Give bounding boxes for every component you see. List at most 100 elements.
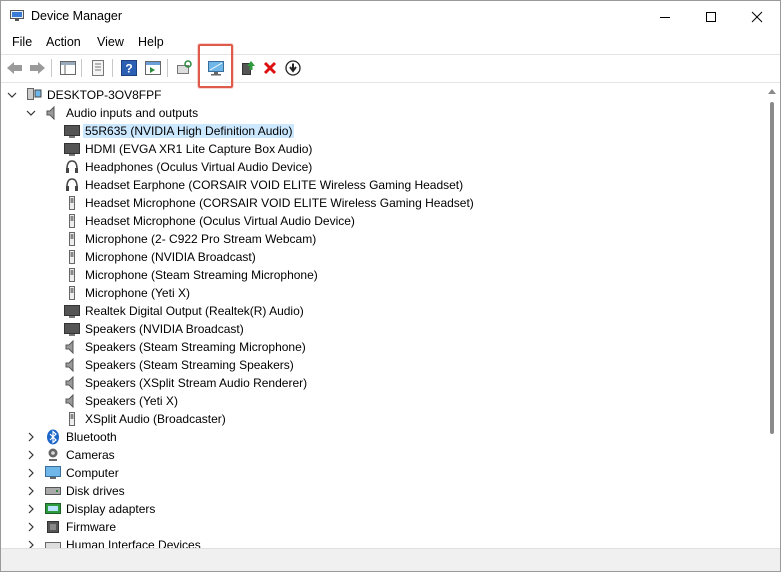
device-speakers-steam-streaming-microphone[interactable]: Speakers (Steam Streaming Microphone): [64, 338, 306, 356]
device-microphone-steam-streaming-microphone-label: Microphone (Steam Streaming Microphone): [85, 268, 318, 282]
device-headphones-oculus-virtual-audio-device[interactable]: Headphones (Oculus Virtual Audio Device): [64, 158, 312, 176]
chevron-right-icon[interactable]: [26, 468, 36, 478]
maximize-icon: [706, 11, 716, 22]
device-microphone-2-c922-pro-stream-webcam[interactable]: Microphone (2- C922 Pro Stream Webcam): [64, 230, 316, 248]
device-realtek-digital-output-realtek-r-audio-label: Realtek Digital Output (Realtek(R) Audio…: [85, 304, 304, 318]
help-button[interactable]: ?: [119, 58, 139, 78]
tree-root[interactable]: DESKTOP-3OV8FPF: [26, 86, 161, 104]
menu-view[interactable]: View: [97, 35, 124, 49]
uninstall-icon: [263, 61, 277, 75]
chevron-right-icon[interactable]: [26, 486, 36, 496]
monitor-icon: [64, 303, 80, 319]
device-hdmi-evga-xr1-lite-capture-box-audio-label: HDMI (EVGA XR1 Lite Capture Box Audio): [85, 142, 313, 156]
mic-icon: [64, 231, 80, 247]
device-speakers-steam-streaming-speakers-label: Speakers (Steam Streaming Speakers): [85, 358, 294, 372]
device-headset-microphone-corsair-void-elite-wireless-gaming-headset-label: Headset Microphone (CORSAIR VOID ELITE W…: [85, 196, 474, 210]
back-button[interactable]: [5, 58, 25, 78]
device-speakers-xsplit-stream-audio-renderer-label: Speakers (XSplit Stream Audio Renderer): [85, 376, 308, 390]
mic-icon: [64, 249, 80, 265]
scroll-up-icon[interactable]: [768, 88, 776, 94]
menu-file[interactable]: File: [12, 35, 32, 49]
show-hidden-button[interactable]: [88, 58, 108, 78]
chevron-right-icon[interactable]: [26, 450, 36, 460]
category-computer[interactable]: Computer: [45, 464, 119, 482]
maximize-button[interactable]: [688, 1, 734, 32]
device-speakers-xsplit-stream-audio-renderer[interactable]: Speakers (XSplit Stream Audio Renderer): [64, 374, 307, 392]
chevron-down-icon[interactable]: [7, 90, 17, 100]
title-bar: Device Manager: [1, 1, 780, 32]
device-headset-microphone-oculus-virtual-audio-device[interactable]: Headset Microphone (Oculus Virtual Audio…: [64, 212, 355, 230]
vertical-scrollbar[interactable]: [764, 83, 780, 548]
display-icon: [45, 501, 61, 517]
mic-icon: [64, 267, 80, 283]
chevron-right-icon[interactable]: [26, 432, 36, 442]
chevron-right-icon[interactable]: [26, 504, 36, 514]
category-display-adapters[interactable]: Display adapters: [45, 500, 155, 518]
uninstall-button[interactable]: [260, 58, 280, 78]
close-button[interactable]: [734, 1, 780, 32]
monitor-icon: [64, 141, 80, 157]
device-speakers-yeti-x-label: Speakers (Yeti X): [85, 394, 178, 408]
toolbar-separator: [167, 59, 168, 77]
chevron-right-icon[interactable]: [26, 522, 36, 532]
update-driver-button[interactable]: [238, 58, 258, 78]
download-icon: [285, 60, 301, 76]
category-firmware-label: Firmware: [66, 520, 116, 534]
minimize-button[interactable]: [642, 1, 688, 32]
headphones-icon: [64, 159, 80, 175]
toolbar: ?: [1, 54, 780, 83]
mic-icon: [64, 285, 80, 301]
device-realtek-digital-output-realtek-r-audio[interactable]: Realtek Digital Output (Realtek(R) Audio…: [64, 302, 304, 320]
toolbar-separator: [112, 59, 113, 77]
device-headset-earphone-corsair-void-elite-wireless-gaming-headset[interactable]: Headset Earphone (CORSAIR VOID ELITE Wir…: [64, 176, 463, 194]
device-headset-microphone-corsair-void-elite-wireless-gaming-headset[interactable]: Headset Microphone (CORSAIR VOID ELITE W…: [64, 194, 474, 212]
category-audio-inputs-and-outputs[interactable]: Audio inputs and outputs: [45, 104, 198, 122]
camera-icon: [45, 447, 61, 463]
category-human-interface-devices-label: Human Interface Devices: [66, 538, 201, 548]
menu-action[interactable]: Action: [46, 35, 81, 49]
device-speakers-nvidia-broadcast[interactable]: Speakers (NVIDIA Broadcast): [64, 320, 244, 338]
device-microphone-nvidia-broadcast[interactable]: Microphone (NVIDIA Broadcast): [64, 248, 256, 266]
headphones-icon: [64, 177, 80, 193]
device-speakers-yeti-x[interactable]: Speakers (Yeti X): [64, 392, 178, 410]
device-microphone-yeti-x[interactable]: Microphone (Yeti X): [64, 284, 190, 302]
hid-icon: [45, 537, 61, 548]
category-disk-drives-label: Disk drives: [66, 484, 125, 498]
device-speakers-steam-streaming-speakers[interactable]: Speakers (Steam Streaming Speakers): [64, 356, 294, 374]
vertical-scroll-thumb[interactable]: [770, 102, 774, 434]
device-headset-earphone-corsair-void-elite-wireless-gaming-headset-label: Headset Earphone (CORSAIR VOID ELITE Wir…: [85, 178, 464, 192]
menu-help[interactable]: Help: [138, 35, 164, 49]
horizontal-scrollbar[interactable]: [1, 548, 780, 571]
download-button[interactable]: [283, 58, 303, 78]
category-firmware[interactable]: Firmware: [45, 518, 116, 536]
computer-icon: [26, 87, 42, 103]
device-xsplit-audio-broadcaster-label: XSplit Audio (Broadcaster): [85, 412, 226, 426]
category-bluetooth[interactable]: Bluetooth: [45, 428, 117, 446]
device-speakers-steam-streaming-microphone-label: Speakers (Steam Streaming Microphone): [85, 340, 306, 354]
device-55r635-nvidia-high-definition-audio-label: 55R635 (NVIDIA High Definition Audio): [83, 124, 295, 138]
device-tree: DESKTOP-3OV8FPF Audio inputs and outputs 5…: [1, 83, 764, 548]
device-hdmi-evga-xr1-lite-capture-box-audio[interactable]: HDMI (EVGA XR1 Lite Capture Box Audio): [64, 140, 312, 158]
scan-hardware-button[interactable]: [174, 58, 194, 78]
close-icon: [751, 11, 763, 22]
device-55r635-nvidia-high-definition-audio[interactable]: 55R635 (NVIDIA High Definition Audio): [64, 122, 295, 140]
run-button[interactable]: [143, 58, 163, 78]
svg-text:?: ?: [125, 62, 132, 76]
category-audio-inputs-and-outputs-label: Audio inputs and outputs: [66, 106, 199, 120]
help-icon: ?: [121, 60, 137, 76]
category-human-interface-devices[interactable]: Human Interface Devices: [45, 536, 201, 548]
device-microphone-steam-streaming-microphone[interactable]: Microphone (Steam Streaming Microphone): [64, 266, 318, 284]
forward-button[interactable]: [27, 58, 47, 78]
category-disk-drives[interactable]: Disk drives: [45, 482, 125, 500]
minimize-icon: [660, 16, 670, 18]
properties-pane-button[interactable]: [58, 58, 78, 78]
chevron-right-icon[interactable]: [26, 540, 36, 548]
device-xsplit-audio-broadcaster[interactable]: XSplit Audio (Broadcaster): [64, 410, 226, 428]
chevron-down-icon[interactable]: [26, 108, 36, 118]
menu-bar: File Action View Help: [1, 32, 780, 53]
disk-icon: [45, 483, 61, 499]
category-cameras[interactable]: Cameras: [45, 446, 115, 464]
speaker-icon: [64, 357, 80, 373]
device-manager-window: Device Manager File Action View Help ? D…: [0, 0, 781, 572]
category-display-adapters-label: Display adapters: [66, 502, 156, 516]
